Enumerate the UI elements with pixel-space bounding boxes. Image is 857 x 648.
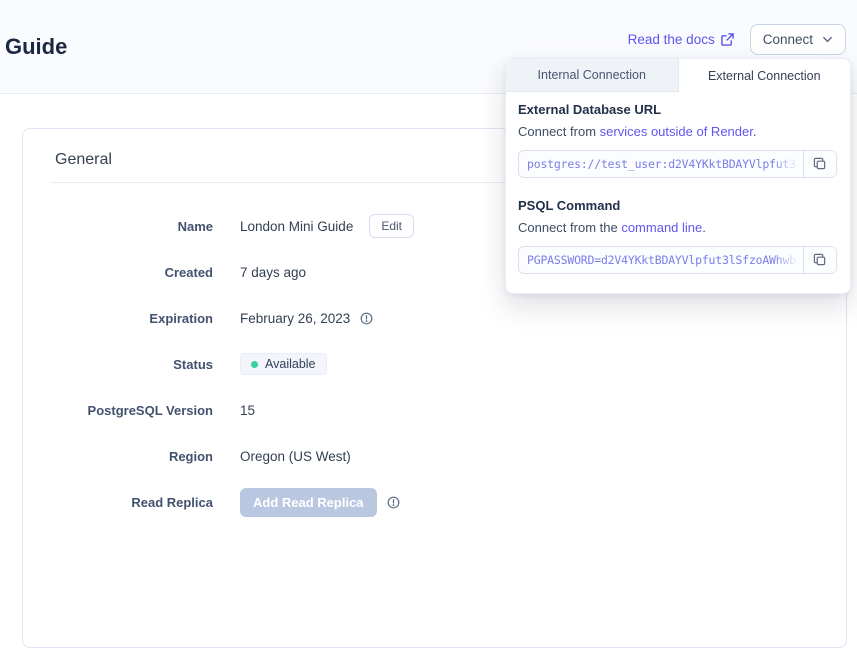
row-name-label: Name xyxy=(53,219,213,234)
copy-icon xyxy=(813,253,827,267)
edit-name-button[interactable]: Edit xyxy=(369,214,414,238)
external-connection-panel: External Database URL Connect from servi… xyxy=(506,92,850,274)
connect-button[interactable]: Connect xyxy=(750,24,846,55)
row-read-replica-label: Read Replica xyxy=(53,495,213,510)
status-dot-icon xyxy=(251,361,258,368)
add-read-replica-button[interactable]: Add Read Replica xyxy=(240,488,377,517)
row-region-label: Region xyxy=(53,449,213,464)
page-title: Guide xyxy=(5,34,67,60)
external-database-url-value[interactable]: postgres://test_user:d2V4YKktBDAYVlpfut3… xyxy=(519,151,803,177)
row-created-value: 7 days ago xyxy=(240,265,306,280)
external-database-url-heading: External Database URL xyxy=(518,102,837,117)
row-expiration-value: February 26, 2023 xyxy=(240,311,350,326)
row-region: Region Oregon (US West) xyxy=(53,445,846,467)
row-version-label: PostgreSQL Version xyxy=(53,403,213,418)
connect-button-label: Connect xyxy=(763,32,813,47)
external-link-icon xyxy=(721,33,734,46)
copy-icon xyxy=(813,157,827,171)
row-status: Status Available xyxy=(53,353,846,375)
docs-link-label: Read the docs xyxy=(628,32,715,47)
connection-tabs: Internal Connection External Connection xyxy=(506,59,850,92)
header-actions: Read the docs Connect xyxy=(628,24,846,55)
row-read-replica: Read Replica Add Read Replica xyxy=(53,491,846,513)
row-name-value: London Mini Guide xyxy=(240,219,353,234)
row-expiration: Expiration February 26, 2023 xyxy=(53,307,846,329)
copy-url-button[interactable] xyxy=(803,151,836,177)
row-expiration-label: Expiration xyxy=(53,311,213,326)
copy-psql-button[interactable] xyxy=(803,247,836,273)
row-created-label: Created xyxy=(53,265,213,280)
psql-command-value[interactable]: PGPASSWORD=d2V4YKktBDAYVlpfut3lSfzoAWhwb… xyxy=(519,247,803,273)
tab-internal-connection[interactable]: Internal Connection xyxy=(506,59,679,92)
external-database-url-description: Connect from services outside of Render. xyxy=(518,124,837,139)
tab-external-connection[interactable]: External Connection xyxy=(679,59,851,92)
psql-command-heading: PSQL Command xyxy=(518,198,837,213)
status-badge-label: Available xyxy=(265,357,316,371)
row-status-label: Status xyxy=(53,357,213,372)
chevron-down-icon xyxy=(822,34,833,45)
psql-command-description: Connect from the command line. xyxy=(518,220,837,235)
psql-command-field: PGPASSWORD=d2V4YKktBDAYVlpfut3lSfzoAWhwb… xyxy=(518,246,837,274)
command-line-link[interactable]: command line xyxy=(621,220,702,235)
connect-popover: Internal Connection External Connection … xyxy=(505,58,851,294)
row-postgresql-version: PostgreSQL Version 15 xyxy=(53,399,846,421)
expiration-info-icon[interactable] xyxy=(360,312,373,325)
read-the-docs-link[interactable]: Read the docs xyxy=(628,32,734,47)
external-database-url-field: postgres://test_user:d2V4YKktBDAYVlpfut3… xyxy=(518,150,837,178)
read-replica-info-icon[interactable] xyxy=(387,496,400,509)
row-region-value: Oregon (US West) xyxy=(240,449,351,464)
row-version-value: 15 xyxy=(240,403,255,418)
status-badge: Available xyxy=(240,353,327,375)
services-outside-render-link[interactable]: services outside of Render xyxy=(600,124,753,139)
